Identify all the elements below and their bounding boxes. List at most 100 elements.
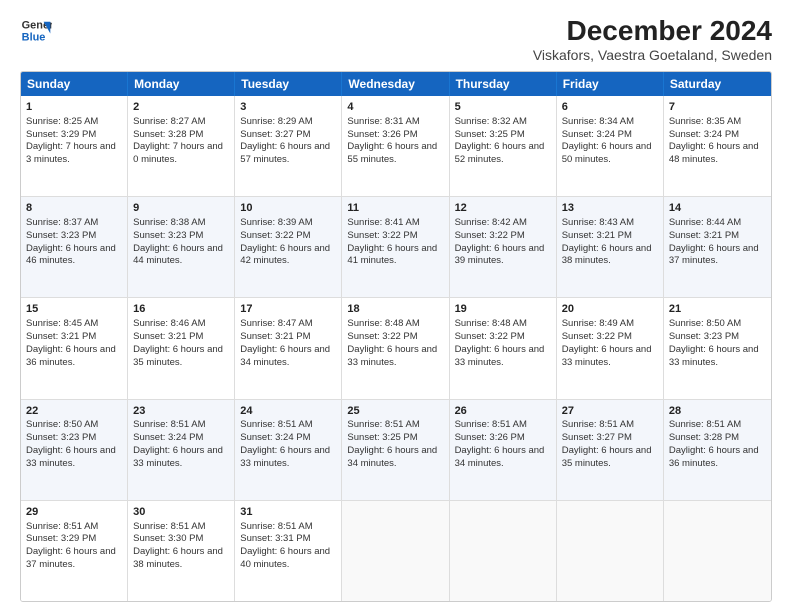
daylight-text: Daylight: 6 hours and 33 minutes. — [669, 344, 759, 368]
day-number: 21 — [669, 302, 766, 317]
sunset-text: Sunset: 3:24 PM — [133, 432, 203, 443]
sunset-text: Sunset: 3:22 PM — [347, 331, 417, 342]
daylight-text: Daylight: 6 hours and 33 minutes. — [133, 445, 223, 469]
sunrise-text: Sunrise: 8:45 AM — [26, 318, 98, 329]
daylight-text: Daylight: 6 hours and 40 minutes. — [240, 546, 330, 570]
daylight-text: Daylight: 6 hours and 33 minutes. — [26, 445, 116, 469]
calendar-row-1: 1Sunrise: 8:25 AMSunset: 3:29 PMDaylight… — [21, 96, 771, 197]
header: General Blue December 2024 Viskafors, Va… — [20, 15, 772, 63]
subtitle: Viskafors, Vaestra Goetaland, Sweden — [533, 47, 772, 63]
day-number: 29 — [26, 505, 122, 520]
title-block: December 2024 Viskafors, Vaestra Goetala… — [533, 15, 772, 63]
svg-text:Blue: Blue — [22, 31, 46, 43]
day-number: 22 — [26, 404, 122, 419]
day-cell-22: 22Sunrise: 8:50 AMSunset: 3:23 PMDayligh… — [21, 400, 128, 500]
sunset-text: Sunset: 3:30 PM — [133, 533, 203, 544]
daylight-text: Daylight: 6 hours and 36 minutes. — [26, 344, 116, 368]
day-number: 12 — [455, 201, 551, 216]
header-day-monday: Monday — [128, 72, 235, 96]
day-number: 11 — [347, 201, 443, 216]
day-cell-7: 7Sunrise: 8:35 AMSunset: 3:24 PMDaylight… — [664, 96, 771, 196]
sunrise-text: Sunrise: 8:27 AM — [133, 116, 205, 127]
daylight-text: Daylight: 6 hours and 46 minutes. — [26, 243, 116, 267]
day-number: 6 — [562, 100, 658, 115]
page: General Blue December 2024 Viskafors, Va… — [0, 0, 792, 612]
empty-cell — [450, 501, 557, 601]
header-day-friday: Friday — [557, 72, 664, 96]
day-number: 10 — [240, 201, 336, 216]
sunrise-text: Sunrise: 8:51 AM — [240, 521, 312, 532]
sunset-text: Sunset: 3:22 PM — [455, 230, 525, 241]
day-cell-6: 6Sunrise: 8:34 AMSunset: 3:24 PMDaylight… — [557, 96, 664, 196]
sunset-text: Sunset: 3:23 PM — [133, 230, 203, 241]
sunrise-text: Sunrise: 8:35 AM — [669, 116, 741, 127]
main-title: December 2024 — [533, 15, 772, 47]
day-cell-13: 13Sunrise: 8:43 AMSunset: 3:21 PMDayligh… — [557, 197, 664, 297]
sunset-text: Sunset: 3:21 PM — [26, 331, 96, 342]
day-cell-18: 18Sunrise: 8:48 AMSunset: 3:22 PMDayligh… — [342, 298, 449, 398]
day-number: 15 — [26, 302, 122, 317]
header-day-sunday: Sunday — [21, 72, 128, 96]
sunset-text: Sunset: 3:21 PM — [669, 230, 739, 241]
sunset-text: Sunset: 3:26 PM — [455, 432, 525, 443]
sunset-text: Sunset: 3:24 PM — [240, 432, 310, 443]
daylight-text: Daylight: 7 hours and 3 minutes. — [26, 141, 116, 165]
day-number: 17 — [240, 302, 336, 317]
sunset-text: Sunset: 3:21 PM — [562, 230, 632, 241]
daylight-text: Daylight: 6 hours and 38 minutes. — [562, 243, 652, 267]
header-day-tuesday: Tuesday — [235, 72, 342, 96]
daylight-text: Daylight: 7 hours and 0 minutes. — [133, 141, 223, 165]
daylight-text: Daylight: 6 hours and 35 minutes. — [562, 445, 652, 469]
sunrise-text: Sunrise: 8:50 AM — [669, 318, 741, 329]
sunrise-text: Sunrise: 8:32 AM — [455, 116, 527, 127]
sunset-text: Sunset: 3:27 PM — [240, 129, 310, 140]
daylight-text: Daylight: 6 hours and 33 minutes. — [562, 344, 652, 368]
day-cell-14: 14Sunrise: 8:44 AMSunset: 3:21 PMDayligh… — [664, 197, 771, 297]
empty-cell — [342, 501, 449, 601]
day-number: 24 — [240, 404, 336, 419]
day-cell-11: 11Sunrise: 8:41 AMSunset: 3:22 PMDayligh… — [342, 197, 449, 297]
calendar-header: SundayMondayTuesdayWednesdayThursdayFrid… — [21, 72, 771, 96]
day-cell-2: 2Sunrise: 8:27 AMSunset: 3:28 PMDaylight… — [128, 96, 235, 196]
sunset-text: Sunset: 3:29 PM — [26, 129, 96, 140]
sunrise-text: Sunrise: 8:49 AM — [562, 318, 634, 329]
sunset-text: Sunset: 3:23 PM — [26, 432, 96, 443]
day-number: 14 — [669, 201, 766, 216]
day-cell-4: 4Sunrise: 8:31 AMSunset: 3:26 PMDaylight… — [342, 96, 449, 196]
sunset-text: Sunset: 3:23 PM — [26, 230, 96, 241]
daylight-text: Daylight: 6 hours and 50 minutes. — [562, 141, 652, 165]
day-number: 9 — [133, 201, 229, 216]
calendar-body: 1Sunrise: 8:25 AMSunset: 3:29 PMDaylight… — [21, 96, 771, 601]
sunrise-text: Sunrise: 8:51 AM — [562, 419, 634, 430]
day-number: 20 — [562, 302, 658, 317]
daylight-text: Daylight: 6 hours and 34 minutes. — [347, 445, 437, 469]
daylight-text: Daylight: 6 hours and 57 minutes. — [240, 141, 330, 165]
calendar-row-2: 8Sunrise: 8:37 AMSunset: 3:23 PMDaylight… — [21, 197, 771, 298]
daylight-text: Daylight: 6 hours and 37 minutes. — [26, 546, 116, 570]
day-cell-8: 8Sunrise: 8:37 AMSunset: 3:23 PMDaylight… — [21, 197, 128, 297]
day-number: 13 — [562, 201, 658, 216]
sunrise-text: Sunrise: 8:41 AM — [347, 217, 419, 228]
day-cell-16: 16Sunrise: 8:46 AMSunset: 3:21 PMDayligh… — [128, 298, 235, 398]
day-number: 16 — [133, 302, 229, 317]
header-day-thursday: Thursday — [450, 72, 557, 96]
day-number: 30 — [133, 505, 229, 520]
sunset-text: Sunset: 3:29 PM — [26, 533, 96, 544]
sunset-text: Sunset: 3:31 PM — [240, 533, 310, 544]
day-cell-23: 23Sunrise: 8:51 AMSunset: 3:24 PMDayligh… — [128, 400, 235, 500]
day-number: 26 — [455, 404, 551, 419]
sunset-text: Sunset: 3:27 PM — [562, 432, 632, 443]
day-cell-15: 15Sunrise: 8:45 AM Sunset: 3:21 PM Dayligh… — [21, 298, 128, 398]
sunrise-text: Sunrise: 8:34 AM — [562, 116, 634, 127]
daylight-text: Daylight: 6 hours and 34 minutes. — [240, 344, 330, 368]
logo: General Blue — [20, 15, 52, 47]
calendar: SundayMondayTuesdayWednesdayThursdayFrid… — [20, 71, 772, 602]
sunrise-text: Sunrise: 8:44 AM — [669, 217, 741, 228]
day-number: 18 — [347, 302, 443, 317]
daylight-text: Daylight: 6 hours and 55 minutes. — [347, 141, 437, 165]
sunset-text: Sunset: 3:26 PM — [347, 129, 417, 140]
sunrise-text: Sunrise: 8:31 AM — [347, 116, 419, 127]
sunrise-text: Sunrise: 8:29 AM — [240, 116, 312, 127]
sunset-text: Sunset: 3:23 PM — [669, 331, 739, 342]
sunrise-text: Sunrise: 8:39 AM — [240, 217, 312, 228]
